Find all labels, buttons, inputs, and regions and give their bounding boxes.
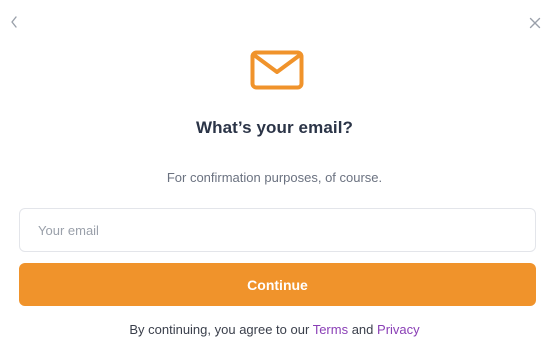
back-button[interactable] — [4, 10, 24, 34]
legal-prefix: By continuing, you agree to our — [129, 322, 310, 337]
chevron-left-icon — [11, 16, 17, 28]
continue-button[interactable]: Continue — [19, 263, 536, 306]
terms-link[interactable]: Terms — [313, 322, 348, 337]
page-title: What’s your email? — [195, 118, 354, 137]
email-field[interactable] — [19, 208, 536, 252]
privacy-link[interactable]: Privacy — [377, 322, 420, 337]
legal-conjunction: and — [351, 322, 374, 337]
page-subtitle: For confirmation purposes, of course. — [166, 170, 383, 185]
close-icon — [529, 17, 541, 29]
email-dialog: What’s your email? For confirmation purp… — [0, 0, 549, 340]
close-button[interactable] — [525, 12, 545, 34]
legal-notice: By continuing, you agree to our Terms an… — [0, 322, 549, 337]
mail-icon — [250, 50, 304, 90]
